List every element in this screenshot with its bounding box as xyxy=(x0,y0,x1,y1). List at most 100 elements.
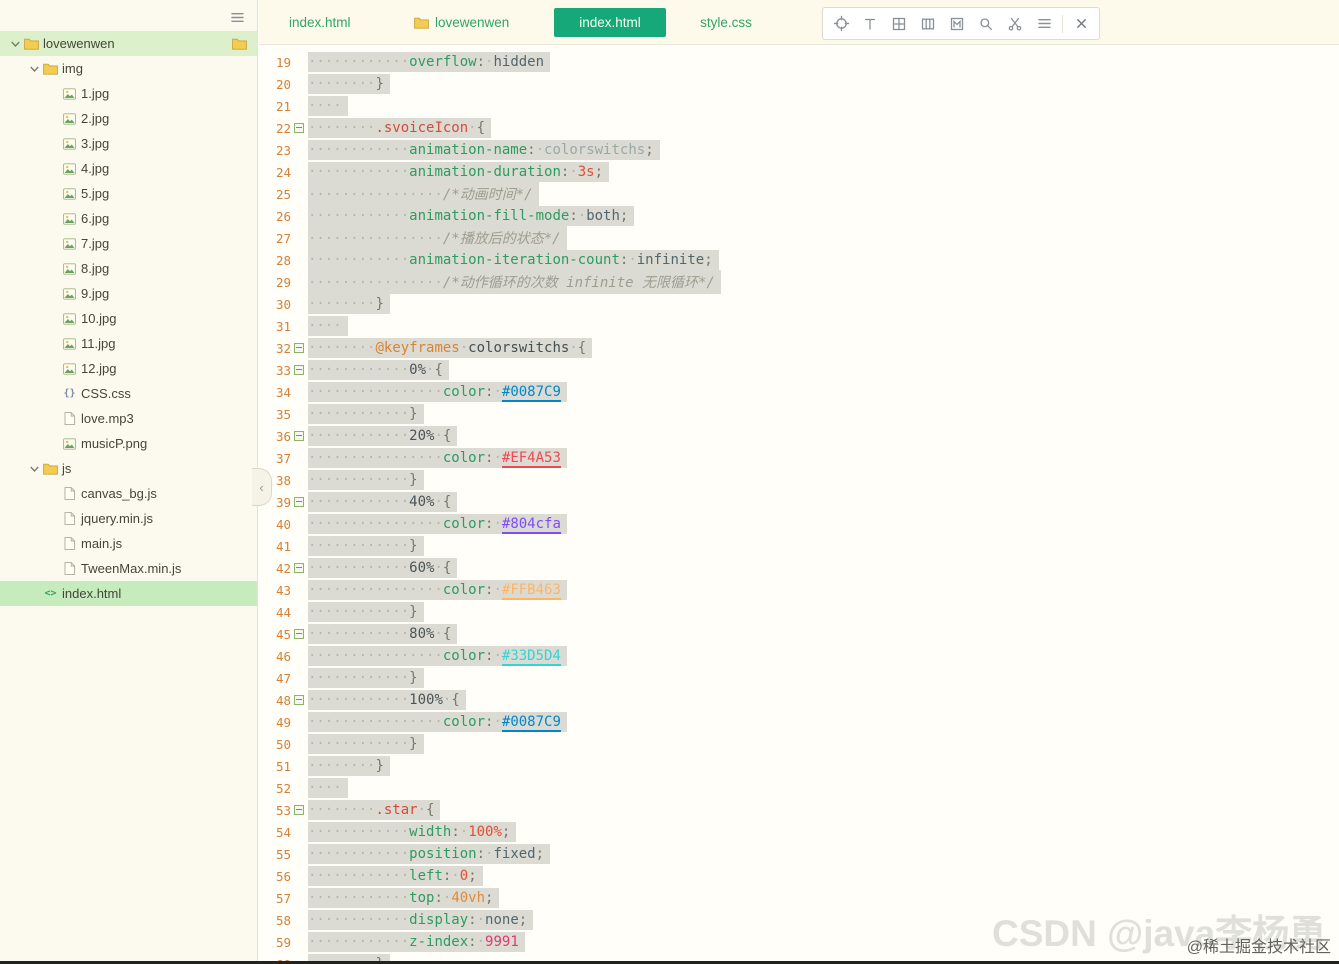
code-line[interactable]: 29 ················/*动作循环的次数 infinite 无限循… xyxy=(259,270,1339,294)
columns-icon[interactable] xyxy=(917,13,939,35)
tree-item-12-jpg[interactable]: 12.jpg xyxy=(0,356,257,381)
code-line[interactable]: 33 ············0%·{ xyxy=(259,359,1339,381)
tree-item-lovewenwen[interactable]: lovewenwen xyxy=(0,31,257,56)
code-line[interactable]: 49 ················color:·#0087C9 xyxy=(259,711,1339,733)
fold-marker-icon[interactable] xyxy=(291,629,306,639)
tree-item-11-jpg[interactable]: 11.jpg xyxy=(0,331,257,356)
code-line[interactable]: 52 ···· xyxy=(259,777,1339,799)
breadcrumb-file[interactable]: index.html xyxy=(289,0,351,45)
tree-item-main-js[interactable]: main.js xyxy=(0,531,257,556)
code-line[interactable]: 36 ············20%·{ xyxy=(259,425,1339,447)
tree-item-1-jpg[interactable]: 1.jpg xyxy=(0,81,257,106)
tree-item-musicp-png[interactable]: musicP.png xyxy=(0,431,257,456)
code-line[interactable]: 41 ············} xyxy=(259,535,1339,557)
tab-index-html[interactable]: index.html xyxy=(554,8,666,37)
fold-marker-icon[interactable] xyxy=(291,123,306,133)
image-file-icon xyxy=(61,287,78,300)
chevron-down-icon[interactable] xyxy=(27,466,42,472)
fold-marker-icon[interactable] xyxy=(291,365,306,375)
tree-item-jquery-min-js[interactable]: jquery.min.js xyxy=(0,506,257,531)
scissors-icon[interactable] xyxy=(1004,13,1026,35)
code-text: ············80%·{ xyxy=(308,624,458,644)
tree-item-css-css[interactable]: {} CSS.css xyxy=(0,381,257,406)
breadcrumb-folder[interactable]: lovewenwen xyxy=(414,0,509,45)
tab-style-css[interactable]: style.css xyxy=(671,8,781,37)
code-line[interactable]: 22 ········.svoiceIcon·{ xyxy=(259,117,1339,139)
code-line[interactable]: 58 ············display:·none; xyxy=(259,909,1339,931)
code-line[interactable]: 21 ···· xyxy=(259,95,1339,117)
code-line[interactable]: 20 ········} xyxy=(259,73,1339,95)
code-line[interactable]: 43 ················color:·#FFB463 xyxy=(259,579,1339,601)
code-line[interactable]: 55 ············position:·fixed; xyxy=(259,843,1339,865)
sidebar-menu-icon[interactable] xyxy=(229,9,247,27)
code-line[interactable]: 59 ············z-index:·9991 xyxy=(259,931,1339,953)
tree-item-index-html[interactable]: <> index.html xyxy=(0,581,257,606)
fold-marker-icon[interactable] xyxy=(291,695,306,705)
code-line[interactable]: 26 ············animation-fill-mode:·both; xyxy=(259,205,1339,227)
code-line[interactable]: 50 ············} xyxy=(259,733,1339,755)
code-line[interactable]: 40 ················color:·#804cfa xyxy=(259,513,1339,535)
code-line[interactable]: 47 ············} xyxy=(259,667,1339,689)
tree-item-3-jpg[interactable]: 3.jpg xyxy=(0,131,257,156)
code-line[interactable]: 51 ········} xyxy=(259,755,1339,777)
tree-item-2-jpg[interactable]: 2.jpg xyxy=(0,106,257,131)
code-line[interactable]: 32 ········@keyframes·colorswitchs·{ xyxy=(259,337,1339,359)
chevron-down-icon[interactable] xyxy=(8,41,23,47)
code-line[interactable]: 28 ············animation-iteration-count:… xyxy=(259,249,1339,271)
code-editor[interactable]: 19 ············overflow:·hidden 20 ········… xyxy=(259,45,1339,964)
marker-icon[interactable] xyxy=(946,13,968,35)
tree-item-canvas-bg-js[interactable]: canvas_bg.js xyxy=(0,481,257,506)
code-line[interactable]: 42 ············60%·{ xyxy=(259,557,1339,579)
code-line[interactable]: 44 ············} xyxy=(259,601,1339,623)
tree-item-7-jpg[interactable]: 7.jpg xyxy=(0,231,257,256)
tree-item-tweenmax-min-js[interactable]: TweenMax.min.js xyxy=(0,556,257,581)
code-line[interactable]: 46 ················color:·#33D5D4 xyxy=(259,645,1339,667)
target-icon[interactable] xyxy=(830,13,852,35)
sidebar-collapse-handle[interactable]: ‹ xyxy=(252,468,272,506)
tree-item-10-jpg[interactable]: 10.jpg xyxy=(0,306,257,331)
code-line[interactable]: 45 ············80%·{ xyxy=(259,623,1339,645)
code-line[interactable]: 35 ············} xyxy=(259,403,1339,425)
fold-marker-icon[interactable] xyxy=(291,431,306,441)
code-line[interactable]: 24 ············animation-duration:·3s; xyxy=(259,161,1339,183)
code-line[interactable]: 30 ········} xyxy=(259,293,1339,315)
line-number: 22 xyxy=(275,120,291,136)
chevron-down-icon[interactable] xyxy=(27,66,42,72)
search-icon[interactable] xyxy=(975,13,997,35)
code-line[interactable]: 31 ···· xyxy=(259,315,1339,337)
code-line[interactable]: 25 ················/*动画时间*/ xyxy=(259,182,1339,206)
code-line[interactable]: 19 ············overflow:·hidden xyxy=(259,51,1339,73)
code-line[interactable]: 57 ············top:·40vh; xyxy=(259,887,1339,909)
fold-marker-icon[interactable] xyxy=(291,563,306,573)
file-tree: lovewenwen img 1.jpg 2.jpg 3.jpg 4.jpg 5.jpg 6.… xyxy=(0,31,257,606)
code-line[interactable]: 34 ················color:·#0087C9 xyxy=(259,381,1339,403)
code-line[interactable]: 39 ············40%·{ xyxy=(259,491,1339,513)
tree-item-6-jpg[interactable]: 6.jpg xyxy=(0,206,257,231)
code-line[interactable]: 48 ············100%·{ xyxy=(259,689,1339,711)
fold-marker-icon[interactable] xyxy=(291,805,306,815)
menu-icon[interactable] xyxy=(1033,13,1055,35)
tree-item-5-jpg[interactable]: 5.jpg xyxy=(0,181,257,206)
new-folder-icon[interactable] xyxy=(232,38,247,50)
fold-marker-icon[interactable] xyxy=(291,343,306,353)
line-number: 53 xyxy=(275,802,291,818)
tree-item-love-mp3[interactable]: love.mp3 xyxy=(0,406,257,431)
file-icon xyxy=(61,487,78,500)
fold-marker-icon[interactable] xyxy=(291,497,306,507)
text-icon[interactable] xyxy=(859,13,881,35)
tree-item-4-jpg[interactable]: 4.jpg xyxy=(0,156,257,181)
grid-icon[interactable] xyxy=(888,13,910,35)
code-line[interactable]: 27 ················/*播放后的状态*/ xyxy=(259,226,1339,250)
tree-item-8-jpg[interactable]: 8.jpg xyxy=(0,256,257,281)
tree-item-img[interactable]: img xyxy=(0,56,257,81)
code-line[interactable]: 23 ············animation-name:·colorswitc… xyxy=(259,139,1339,161)
code-line[interactable]: 38 ············} xyxy=(259,469,1339,491)
code-line[interactable]: 53 ········.star·{ xyxy=(259,799,1339,821)
code-line[interactable]: 37 ················color:·#EF4A53 xyxy=(259,447,1339,469)
tree-item-label: 11.jpg xyxy=(81,336,116,351)
code-line[interactable]: 56 ············left:·0; xyxy=(259,865,1339,887)
tree-item-9-jpg[interactable]: 9.jpg xyxy=(0,281,257,306)
close-icon[interactable] xyxy=(1070,13,1092,35)
code-line[interactable]: 54 ············width:·100%; xyxy=(259,821,1339,843)
tree-item-js[interactable]: js xyxy=(0,456,257,481)
